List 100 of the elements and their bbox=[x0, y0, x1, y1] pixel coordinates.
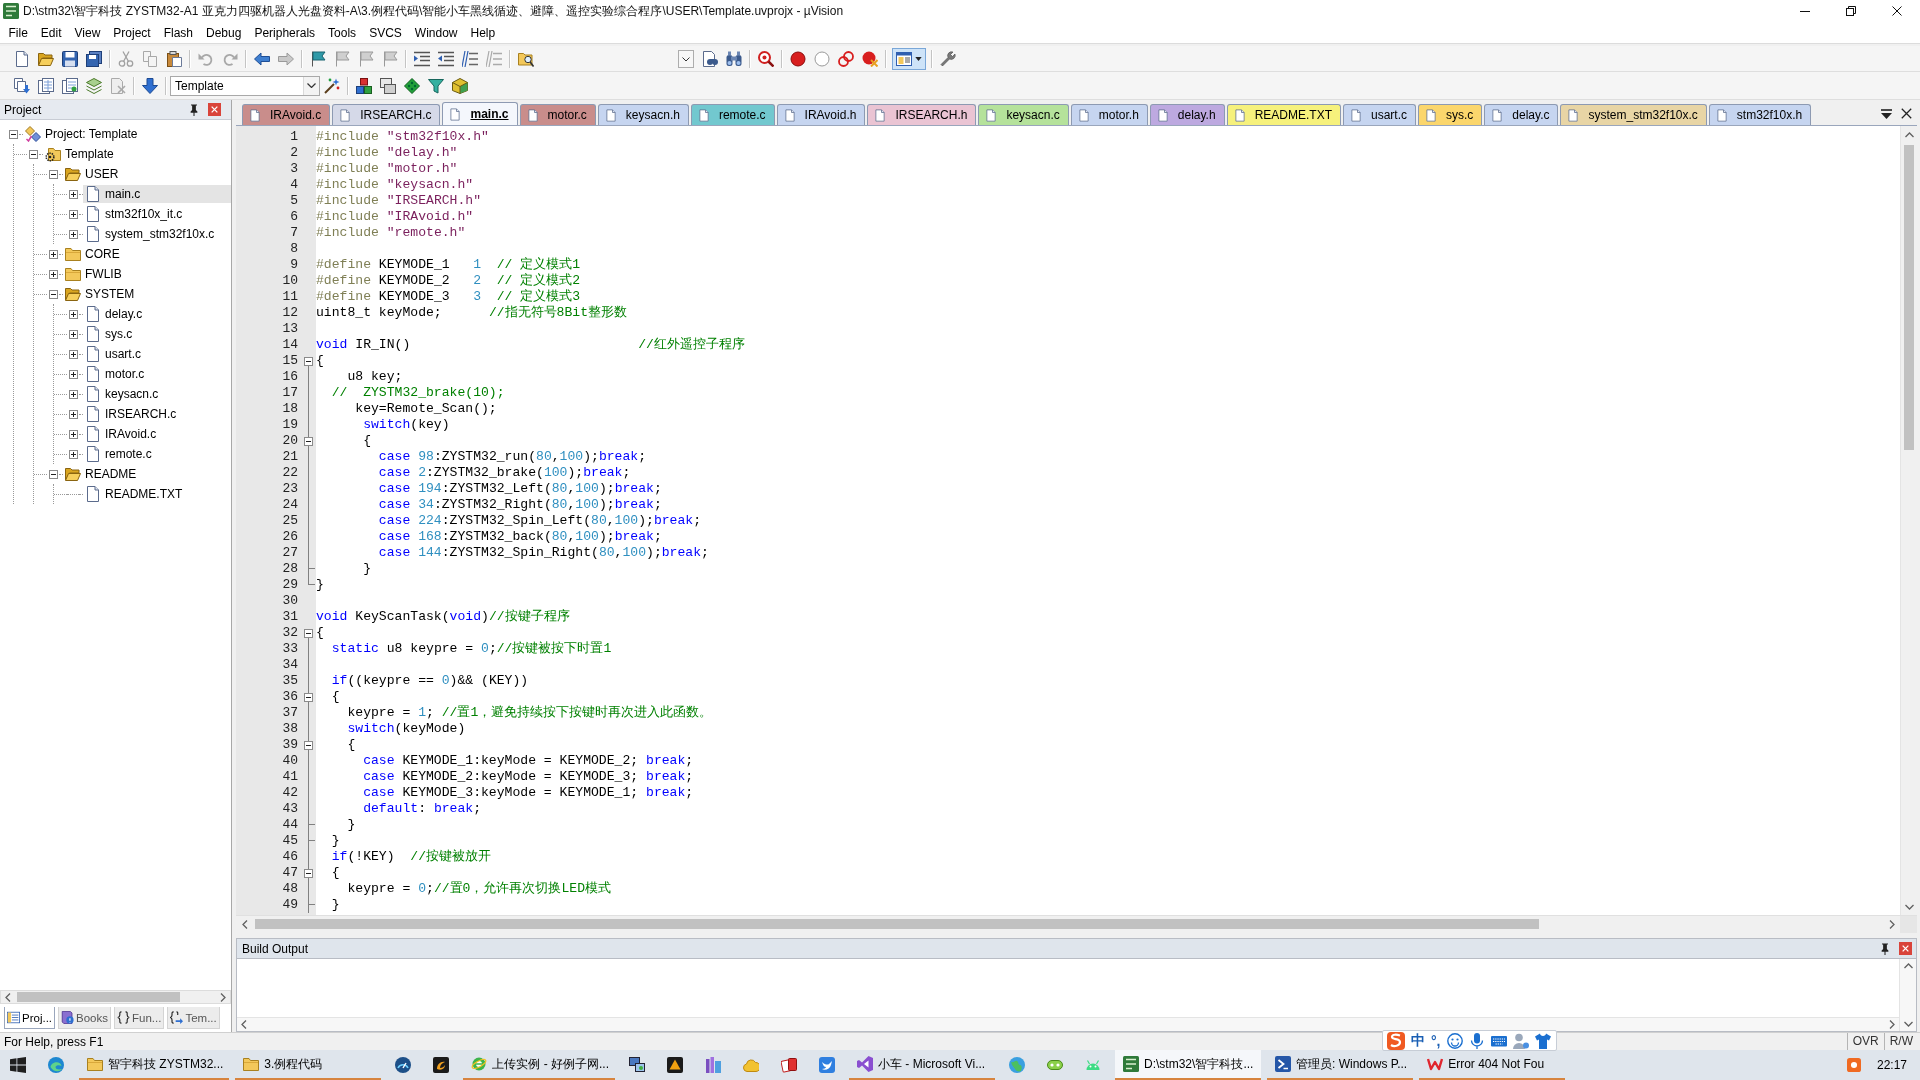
dropdown-icon[interactable] bbox=[678, 49, 694, 68]
tree-item[interactable]: USER bbox=[63, 165, 231, 183]
rings-icon[interactable] bbox=[838, 50, 854, 67]
scrollbar-thumb[interactable] bbox=[1904, 145, 1914, 450]
tree-item[interactable]: README bbox=[63, 465, 231, 483]
blocks-icon[interactable] bbox=[356, 77, 372, 94]
file-tab[interactable]: IRSEARCH.h bbox=[867, 104, 977, 125]
pin-icon[interactable] bbox=[188, 102, 200, 117]
minus-box-icon[interactable] bbox=[304, 436, 313, 446]
tree-item[interactable]: stm32f10x_it.c bbox=[83, 205, 231, 223]
package-icon[interactable] bbox=[452, 77, 468, 94]
bars-icon[interactable] bbox=[705, 1057, 722, 1073]
microphone-icon[interactable] bbox=[1468, 1032, 1485, 1049]
tree-item[interactable]: SYSTEM bbox=[63, 285, 231, 303]
file-tab[interactable]: main.c bbox=[442, 102, 518, 125]
panel-tab[interactable]: Fun... bbox=[114, 1007, 165, 1029]
monitors-icon[interactable] bbox=[629, 1057, 646, 1073]
folder-search-icon[interactable] bbox=[518, 50, 534, 67]
taskbar-button[interactable]: 小车 - Microsoft Vi... bbox=[849, 1050, 996, 1080]
minus-box-icon[interactable] bbox=[304, 868, 313, 878]
plus-box-icon[interactable] bbox=[68, 449, 78, 459]
left-arrow-icon[interactable] bbox=[254, 50, 270, 67]
tree-item[interactable]: usart.c bbox=[83, 345, 231, 363]
minus-box-icon[interactable] bbox=[304, 356, 313, 366]
plus-box-icon[interactable] bbox=[68, 329, 78, 339]
file-tab[interactable]: sys.c bbox=[1418, 104, 1483, 125]
bird-tile-icon[interactable] bbox=[819, 1057, 836, 1073]
blank-page-icon[interactable] bbox=[14, 50, 30, 67]
outdent-icon[interactable] bbox=[438, 50, 454, 67]
gauge-icon[interactable] bbox=[395, 1057, 412, 1073]
menu-item[interactable]: Window bbox=[408, 22, 464, 43]
user-icon[interactable] bbox=[1512, 1032, 1529, 1049]
plus-box-icon[interactable] bbox=[68, 189, 78, 199]
pages-grid-icon[interactable] bbox=[38, 77, 54, 94]
minus-box-icon[interactable] bbox=[304, 740, 313, 750]
menu-item[interactable]: Edit bbox=[34, 22, 69, 43]
minus-box-icon[interactable] bbox=[28, 149, 38, 159]
file-tab[interactable]: system_stm32f10x.c bbox=[1560, 104, 1707, 125]
tree-item[interactable]: README.TXT bbox=[83, 485, 231, 503]
tree-item[interactable]: motor.c bbox=[83, 365, 231, 383]
pages-grid-icon[interactable] bbox=[62, 77, 78, 94]
file-tab[interactable]: IRAvoid.c bbox=[242, 104, 331, 125]
plus-box-icon[interactable] bbox=[68, 309, 78, 319]
horizontal-scrollbar[interactable] bbox=[236, 915, 1917, 932]
menu-item[interactable]: Peripherals bbox=[247, 22, 322, 43]
diamond-icon[interactable] bbox=[404, 77, 420, 94]
menu-item[interactable]: View bbox=[68, 22, 107, 43]
tree-item[interactable]: FWLIB bbox=[63, 265, 231, 283]
file-tab[interactable]: remote.c bbox=[690, 104, 775, 125]
menu-item[interactable]: Tools bbox=[321, 22, 363, 43]
menu-item[interactable]: Debug bbox=[199, 22, 248, 43]
clock[interactable]: 22:17 bbox=[1866, 1050, 1918, 1080]
document-search-icon[interactable] bbox=[702, 50, 718, 67]
shirt-icon[interactable] bbox=[1534, 1032, 1551, 1049]
windows-stack-icon[interactable] bbox=[380, 77, 396, 94]
punctuation-mode-button[interactable]: °, bbox=[1431, 1032, 1441, 1049]
horizontal-scrollbar[interactable] bbox=[237, 1017, 1899, 1031]
dot-cross-icon[interactable] bbox=[862, 50, 878, 67]
window-layout-button[interactable] bbox=[892, 47, 926, 70]
start-icon[interactable] bbox=[10, 1057, 26, 1073]
funnel-icon[interactable] bbox=[428, 77, 444, 94]
minus-box-icon[interactable] bbox=[48, 289, 58, 299]
logo-tile-icon[interactable] bbox=[1387, 1031, 1405, 1050]
horizontal-scrollbar[interactable] bbox=[0, 990, 231, 1004]
smiley-icon[interactable] bbox=[1446, 1032, 1463, 1049]
panel-tab[interactable]: Tem... bbox=[167, 1007, 220, 1029]
binoculars-icon[interactable] bbox=[726, 50, 742, 67]
magnifier-icon[interactable] bbox=[758, 50, 774, 67]
tree-item[interactable]: main.c bbox=[83, 185, 231, 203]
pin-icon[interactable] bbox=[1879, 941, 1891, 956]
tray-icon[interactable] bbox=[1847, 1058, 1861, 1072]
panel-tab[interactable]: Proj... bbox=[4, 1007, 56, 1029]
taskbar-button[interactable]: D:\stm32\智宇科技... bbox=[1115, 1050, 1262, 1080]
menu-item[interactable]: Project bbox=[106, 22, 158, 43]
target-select[interactable]: Template bbox=[170, 75, 320, 96]
download-arrow-icon[interactable] bbox=[142, 77, 158, 94]
minus-box-icon[interactable] bbox=[48, 469, 58, 479]
plus-box-icon[interactable] bbox=[68, 429, 78, 439]
right-arrow-icon[interactable] bbox=[278, 50, 294, 67]
plus-box-icon[interactable] bbox=[68, 389, 78, 399]
dot-icon[interactable] bbox=[790, 50, 806, 67]
swirl-tile-icon[interactable] bbox=[433, 1057, 450, 1073]
file-tab[interactable]: motor.c bbox=[519, 104, 596, 125]
scrollbar-thumb[interactable] bbox=[255, 919, 1539, 929]
taskbar-button[interactable]: 智宇科技 ZYSTM32... bbox=[79, 1050, 230, 1080]
plus-box-icon[interactable] bbox=[68, 229, 78, 239]
wrench-icon[interactable] bbox=[940, 50, 956, 67]
menu-item[interactable]: SVCS bbox=[362, 22, 409, 43]
wave-circle-icon[interactable] bbox=[48, 1057, 64, 1073]
plus-box-icon[interactable] bbox=[68, 409, 78, 419]
tree-item[interactable]: CORE bbox=[63, 245, 231, 263]
tree-item[interactable]: keysacn.c bbox=[83, 385, 231, 403]
taskbar-button[interactable]: 上传实例 - 好例子网... bbox=[463, 1050, 616, 1080]
minus-box-icon[interactable] bbox=[304, 628, 313, 638]
tree-item[interactable]: delay.c bbox=[83, 305, 231, 323]
vertical-scrollbar[interactable] bbox=[1900, 126, 1917, 915]
minus-box-icon[interactable] bbox=[8, 129, 18, 139]
plus-box-icon[interactable] bbox=[48, 249, 58, 259]
scrollbar-thumb[interactable] bbox=[17, 992, 180, 1002]
input-mode-button[interactable]: 中 bbox=[1411, 1031, 1425, 1050]
